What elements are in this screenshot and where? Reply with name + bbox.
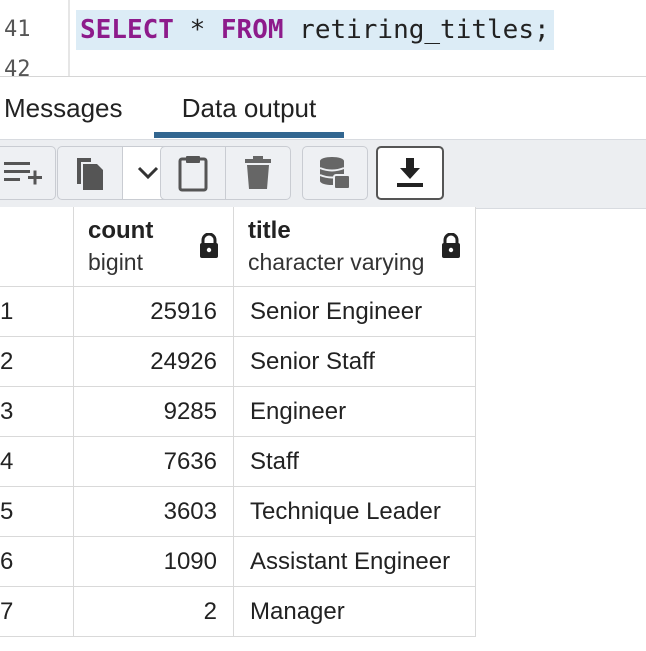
row-number: 4: [0, 437, 74, 487]
delete-button[interactable]: [226, 147, 290, 199]
gutter-divider: [68, 0, 70, 78]
delete-icon: [245, 156, 271, 189]
active-tab-indicator: [154, 132, 344, 138]
column-name: count: [88, 217, 154, 244]
cell-title[interactable]: Senior Staff: [234, 337, 476, 387]
cell-count[interactable]: 1090: [74, 537, 234, 587]
column-type: bigint: [88, 249, 143, 275]
column-header-title[interactable]: title character varying: [234, 207, 476, 287]
copy-button-group: [57, 146, 174, 200]
chevron-down-icon: [137, 166, 159, 180]
row-number: 5: [0, 487, 74, 537]
cell-title[interactable]: Engineer: [234, 387, 476, 437]
cell-title[interactable]: Senior Engineer: [234, 287, 476, 337]
row-number: 6: [0, 537, 74, 587]
paste-button[interactable]: [161, 147, 225, 199]
add-row-button[interactable]: [0, 146, 56, 200]
tab-messages[interactable]: Messages: [4, 77, 123, 139]
sql-editor[interactable]: 41 42 SELECT * FROM retiring_titles;: [0, 0, 646, 78]
cell-count[interactable]: 3603: [74, 487, 234, 537]
results-grid: count bigint title character varying 1 2…: [0, 207, 476, 651]
download-icon: [397, 158, 423, 187]
cell-title[interactable]: Assistant Engineer: [234, 537, 476, 587]
row-number: 2: [0, 337, 74, 387]
copy-button[interactable]: [58, 147, 122, 199]
download-button[interactable]: [376, 146, 444, 200]
results-tabs: Messages Data output: [0, 77, 646, 139]
sql-keyword-from: FROM: [220, 15, 284, 45]
line-number: 42: [4, 57, 31, 78]
lock-icon: [200, 233, 218, 258]
cell-count[interactable]: 24926: [74, 337, 234, 387]
row-number: 1: [0, 287, 74, 337]
column-name: title: [248, 217, 291, 244]
tab-data-output[interactable]: Data output: [154, 77, 344, 139]
cell-count[interactable]: 9285: [74, 387, 234, 437]
sql-keyword-select: SELECT: [80, 15, 174, 45]
copy-icon: [77, 158, 103, 190]
row-number-header: [0, 207, 74, 287]
column-type: character varying: [248, 249, 425, 275]
sql-table-name: retiring_titles;: [283, 15, 550, 45]
sql-star: *: [173, 15, 221, 45]
row-number: 3: [0, 387, 74, 437]
cell-count[interactable]: 2: [74, 587, 234, 637]
results-panel: Messages Data output count bigint title …: [0, 76, 646, 651]
line-number: 41: [4, 17, 31, 42]
row-number: 7: [0, 587, 74, 637]
column-header-count[interactable]: count bigint: [74, 207, 234, 287]
add-row-icon: [4, 162, 42, 185]
save-data-button[interactable]: [302, 146, 368, 200]
cell-title[interactable]: Technique Leader: [234, 487, 476, 537]
sql-query-line[interactable]: SELECT * FROM retiring_titles;: [76, 10, 554, 50]
cell-count[interactable]: 7636: [74, 437, 234, 487]
edit-button-group: [160, 146, 291, 200]
cell-title[interactable]: Manager: [234, 587, 476, 637]
cell-title[interactable]: Staff: [234, 437, 476, 487]
lock-icon: [442, 233, 460, 258]
data-output-toolbar: [0, 139, 646, 209]
save-data-icon: [319, 157, 351, 190]
cell-count[interactable]: 25916: [74, 287, 234, 337]
paste-icon: [178, 156, 208, 192]
